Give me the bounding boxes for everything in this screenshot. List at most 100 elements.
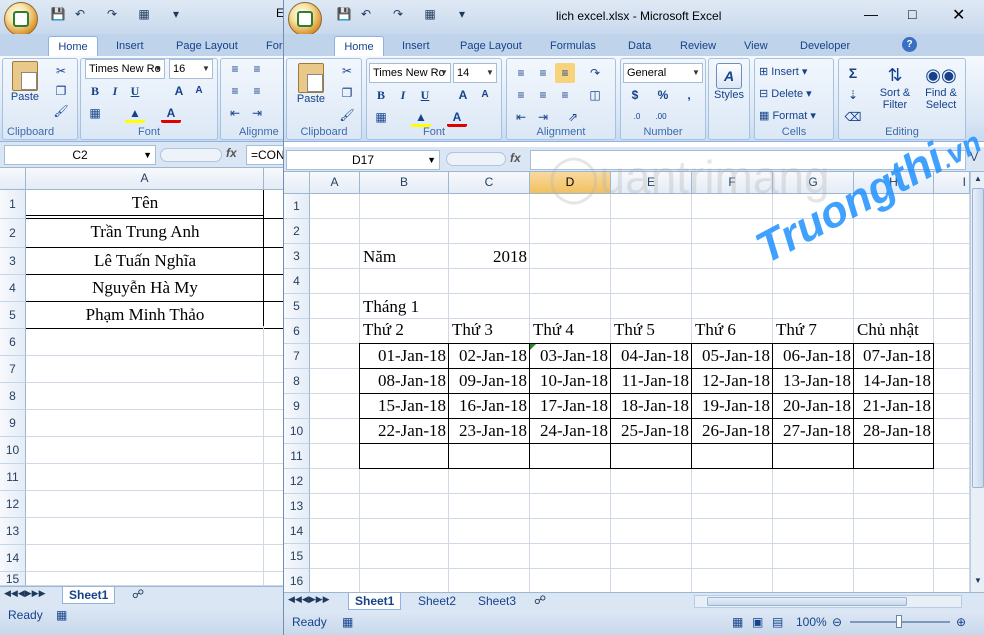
front-row-header[interactable]: 4 — [284, 269, 310, 294]
fx-icon[interactable]: fx — [226, 146, 237, 160]
front-tab-page-layout[interactable]: Page Layout — [454, 36, 528, 56]
vertical-scrollbar[interactable]: ▲ ▼ — [970, 172, 984, 592]
borders-icon[interactable]: ▦ — [371, 107, 391, 127]
font-color-icon[interactable]: A — [447, 107, 467, 127]
front-row-header[interactable]: 13 — [284, 494, 310, 519]
front-tab-home[interactable]: Home — [334, 36, 384, 56]
calendar-date-cell[interactable]: 05-Jan-18 — [692, 343, 773, 368]
table-icon[interactable]: ▦ — [136, 6, 152, 22]
back-row-header[interactable]: 14 — [0, 545, 26, 572]
calendar-date-cell[interactable]: 28-Jan-18 — [854, 418, 934, 443]
fill-color-icon[interactable]: ▲ — [125, 103, 145, 123]
insert-cells-button[interactable]: ⊞ Insert ▾ — [759, 65, 807, 78]
comma-icon[interactable]: , — [679, 85, 699, 105]
back-row-header[interactable]: 5 — [0, 302, 26, 329]
scroll-thumb[interactable] — [972, 188, 984, 488]
back-row-header[interactable]: 7 — [0, 356, 26, 383]
back-select-all[interactable] — [0, 168, 26, 190]
decrease-decimal-icon[interactable]: .00 — [651, 107, 671, 127]
format-painter-icon[interactable]: 🖌 — [337, 105, 357, 125]
front-paste-button[interactable]: Paste — [293, 63, 329, 105]
back-row-header[interactable]: 2 — [0, 219, 26, 248]
front-sheet-tab-sheet2[interactable]: Sheet2 — [412, 593, 462, 610]
fx-icon[interactable]: fx — [510, 151, 521, 165]
horizontal-scrollbar[interactable] — [694, 595, 962, 608]
back-tab-insert[interactable]: Insert — [110, 36, 150, 56]
front-col-header-C[interactable]: C — [449, 172, 530, 194]
back-cell-A5[interactable]: Phạm Minh Thảo — [26, 302, 264, 327]
percent-icon[interactable]: % — [653, 85, 673, 105]
calendar-date-cell[interactable]: 02-Jan-18 — [449, 343, 530, 368]
customize-toolbar-icon[interactable]: ▾ — [454, 6, 470, 22]
copy-icon[interactable]: ❐ — [337, 83, 357, 103]
office-button[interactable] — [288, 2, 322, 36]
bold-icon[interactable]: B — [371, 85, 391, 105]
fill-color-icon[interactable]: ▲ — [411, 107, 431, 127]
sheet-nav-first-icon[interactable]: ◀◀◀▶▶▶ — [4, 588, 46, 599]
customize-toolbar-icon[interactable]: ▾ — [168, 6, 184, 22]
save-icon[interactable]: 💾 — [336, 6, 352, 22]
back-row-header[interactable]: 4 — [0, 275, 26, 302]
calendar-date-cell[interactable]: 20-Jan-18 — [773, 393, 854, 418]
zoom-slider[interactable] — [850, 615, 950, 628]
undo-icon[interactable]: ↶ — [358, 6, 374, 22]
back-row-header[interactable]: 11 — [0, 464, 26, 491]
front-sheet-tab-sheet3[interactable]: Sheet3 — [472, 593, 522, 610]
zoom-slider-thumb[interactable] — [896, 615, 902, 628]
cut-icon[interactable]: ✂ — [337, 61, 357, 81]
currency-icon[interactable]: $ — [625, 85, 645, 105]
format-cells-button[interactable]: ▦ Format ▾ — [759, 109, 816, 122]
scroll-up-icon[interactable]: ▲ — [974, 174, 982, 183]
number-format-combo[interactable]: General ▼ — [623, 63, 703, 83]
calendar-date-cell[interactable]: 16-Jan-18 — [449, 393, 530, 418]
front-col-header-A[interactable]: A — [310, 172, 360, 194]
minimize-icon[interactable]: — — [864, 6, 878, 22]
center-icon[interactable]: ≡ — [533, 85, 553, 105]
increase-decimal-icon[interactable]: .0 — [627, 107, 647, 127]
align-middle-icon[interactable]: ≡ — [247, 59, 267, 79]
italic-icon[interactable]: I — [393, 85, 413, 105]
insert-sheet-icon[interactable]: ☍ — [132, 587, 144, 601]
calendar-date-cell[interactable]: 23-Jan-18 — [449, 418, 530, 443]
zoom-out-icon[interactable]: ⊖ — [832, 611, 842, 633]
calendar-date-cell[interactable]: 03-Jan-18 — [530, 343, 611, 368]
calendar-date-cell[interactable]: 27-Jan-18 — [773, 418, 854, 443]
page-break-view-icon[interactable]: ▤ — [772, 611, 783, 633]
center-icon[interactable]: ≡ — [247, 81, 267, 101]
back-sheet-tab-sheet1[interactable]: Sheet1 — [62, 587, 116, 604]
align-bottom-icon[interactable]: ≡ — [555, 63, 575, 83]
calendar-date-cell[interactable]: 24-Jan-18 — [530, 418, 611, 443]
align-top-icon[interactable]: ≡ — [225, 59, 245, 79]
calendar-date-cell[interactable]: 06-Jan-18 — [773, 343, 854, 368]
calendar-date-cell[interactable]: 09-Jan-18 — [449, 368, 530, 393]
back-row-header[interactable]: 15 — [0, 572, 26, 586]
calendar-date-cell[interactable]: 25-Jan-18 — [611, 418, 692, 443]
front-font-name-combo[interactable]: Times New Ro ▼ — [369, 63, 451, 83]
table-icon[interactable]: ▦ — [422, 6, 438, 22]
zoom-level[interactable]: 100% — [796, 611, 827, 633]
weekday-header[interactable]: Chủ nhật — [857, 317, 919, 342]
shrink-font-icon[interactable]: A — [189, 81, 209, 101]
front-row-header[interactable]: 12 — [284, 469, 310, 494]
back-row-header[interactable]: 12 — [0, 491, 26, 518]
find-select-button[interactable]: ◉◉ Find & Select — [919, 63, 963, 111]
front-tab-data[interactable]: Data — [622, 36, 657, 56]
calendar-date-cell[interactable]: 08-Jan-18 — [360, 368, 449, 393]
calendar-date-cell[interactable]: 26-Jan-18 — [692, 418, 773, 443]
front-row-header[interactable]: 6 — [284, 319, 310, 344]
back-row-header[interactable]: 9 — [0, 410, 26, 437]
back-row-header[interactable]: 13 — [0, 518, 26, 545]
orientation-icon[interactable]: ⇗ — [563, 107, 583, 127]
front-row-header[interactable]: 16 — [284, 569, 310, 594]
decrease-indent-icon[interactable]: ⇤ — [225, 103, 245, 123]
calendar-date-cell[interactable]: 14-Jan-18 — [854, 368, 934, 393]
front-row-header[interactable]: 14 — [284, 519, 310, 544]
front-row-header[interactable]: 11 — [284, 444, 310, 469]
underline-icon[interactable]: U — [415, 85, 435, 105]
back-font-size-combo[interactable]: 16 ▼ — [169, 59, 213, 79]
close-icon[interactable]: ✕ — [952, 5, 965, 25]
front-select-all[interactable] — [284, 172, 310, 194]
calendar-date-cell[interactable]: 10-Jan-18 — [530, 368, 611, 393]
copy-icon[interactable]: ❐ — [51, 81, 71, 101]
sheet-nav-icon[interactable]: ◀◀◀▶▶▶ — [288, 594, 330, 605]
